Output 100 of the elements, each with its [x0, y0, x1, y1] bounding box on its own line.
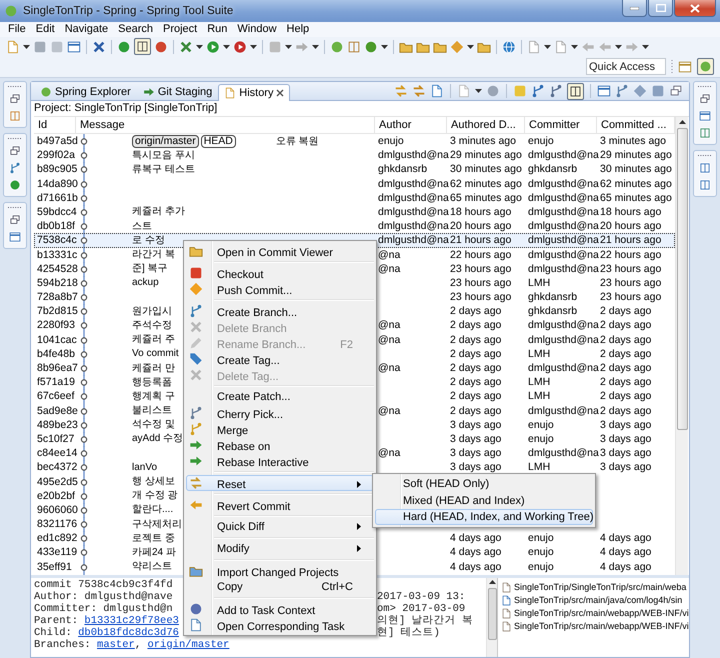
- column-header[interactable]: Committer: [525, 117, 597, 133]
- menu-item[interactable]: Open in Commit Viewer: [186, 243, 374, 259]
- branch-icon[interactable]: [531, 84, 545, 98]
- menu-item[interactable]: Add to Task Context: [186, 601, 374, 617]
- menu-item[interactable]: Create Branch...: [186, 303, 374, 319]
- list-icon[interactable]: [699, 162, 711, 174]
- table-cell-text: 2 days ago: [599, 318, 652, 334]
- menu-item[interactable]: Cherry Pick...: [186, 405, 374, 421]
- file-item[interactable]: SingleTonTrip/SingleTonTrip/src/main/weba: [501, 581, 689, 593]
- menu-item[interactable]: Merge: [186, 421, 374, 437]
- view-tab[interactable]: Git Staging: [136, 83, 218, 100]
- scrollbar-thumb[interactable]: [676, 128, 688, 430]
- menu-item[interactable]: Soft (HEAD Only): [375, 476, 593, 492]
- menu-item[interactable]: File: [3, 22, 31, 37]
- branch-icon[interactable]: [549, 84, 563, 98]
- quick-access-field[interactable]: Quick Access: [586, 58, 666, 75]
- table-cell-text: f571a19: [36, 375, 76, 390]
- menu-item[interactable]: Mixed (HEAD and Index): [375, 492, 593, 509]
- table-cell: 준] 복구: [132, 262, 168, 276]
- scrollbar[interactable]: [675, 117, 688, 575]
- table-cell-text: 65 minutes ago: [449, 190, 523, 206]
- scroll-up-icon[interactable]: [678, 120, 686, 124]
- dropdown-caret-icon[interactable]: [571, 44, 578, 48]
- dropdown-caret-icon[interactable]: [285, 44, 292, 48]
- dropdown-caret-icon[interactable]: [475, 89, 482, 93]
- menu-item[interactable]: Create Tag...: [186, 351, 374, 367]
- commit-link[interactable]: origin/master: [147, 639, 230, 651]
- view-tab[interactable]: History: [218, 84, 290, 101]
- column-header[interactable]: Author: [375, 117, 447, 133]
- dropdown-caret-icon[interactable]: [615, 44, 622, 48]
- view-tab[interactable]: Spring Explorer: [34, 83, 137, 100]
- menu-item[interactable]: Run: [202, 22, 232, 37]
- menu-item[interactable]: Edit: [30, 22, 60, 37]
- maximize-button[interactable]: [648, 0, 673, 17]
- table-cell-text: LMH: [527, 460, 552, 476]
- menu-item[interactable]: Open Corresponding Task: [186, 617, 374, 633]
- restore-icon[interactable]: [9, 93, 21, 105]
- file-item[interactable]: SingleTonTrip/src/main/webapp/WEB-INF/vi: [501, 607, 689, 619]
- dropdown-caret-icon[interactable]: [223, 44, 230, 48]
- layout-icon[interactable]: [597, 84, 611, 98]
- menu-item[interactable]: Import Changed Projects: [186, 563, 374, 579]
- menu-item[interactable]: Create Patch...: [186, 389, 374, 405]
- link-arrows-icon[interactable]: [412, 84, 426, 98]
- menu-item[interactable]: Copy Ctrl+C: [186, 579, 374, 595]
- branch-icon[interactable]: [615, 84, 629, 98]
- window-icon[interactable]: [9, 231, 21, 243]
- commit-link[interactable]: master: [97, 639, 135, 651]
- table-cell-text: 3 minutes ago: [599, 134, 667, 149]
- table-cell-text: 5ad9e8e: [36, 404, 76, 419]
- dropdown-caret-icon[interactable]: [642, 44, 649, 48]
- restore-icon[interactable]: [669, 84, 683, 98]
- column-header[interactable]: Message: [76, 117, 375, 133]
- table-cell-text: 299f02a: [36, 148, 76, 164]
- dropdown-caret-icon[interactable]: [381, 44, 388, 48]
- menu-item[interactable]: Search: [113, 22, 158, 37]
- dropdown-caret-icon[interactable]: [544, 44, 551, 48]
- globe-icon[interactable]: [502, 40, 516, 54]
- monitor-icon[interactable]: [699, 110, 711, 122]
- menu-item[interactable]: Rebase on: [186, 437, 374, 453]
- table-cell: lanVo: [132, 460, 158, 475]
- column-header[interactable]: Authored D...: [447, 117, 525, 133]
- table-cell-text: bec4372: [36, 460, 76, 476]
- scrollbar[interactable]: [486, 578, 497, 657]
- table-cell-text: LMH: [527, 375, 552, 390]
- table-cell-text: 3 days ago: [599, 432, 652, 447]
- menu-item[interactable]: Push Commit...: [186, 281, 374, 297]
- restore-icon[interactable]: [699, 93, 711, 105]
- dropdown-caret-icon[interactable]: [196, 44, 203, 48]
- menu-item[interactable]: Help: [282, 22, 314, 37]
- close-button[interactable]: [674, 0, 716, 17]
- menu-item[interactable]: Project: [158, 22, 202, 37]
- dropdown-caret-icon[interactable]: [23, 44, 30, 48]
- scroll-up-icon[interactable]: [488, 580, 496, 584]
- dropdown-caret-icon[interactable]: [467, 44, 474, 48]
- dropdown-caret-icon[interactable]: [250, 44, 257, 48]
- run-icon[interactable]: [233, 40, 247, 54]
- scrollbar-thumb[interactable]: [488, 588, 496, 640]
- commit-link[interactable]: db0b18fdc8dc3d76: [78, 627, 179, 639]
- file-item[interactable]: SingleTonTrip/src/main/java/com/log4h/sin: [501, 594, 689, 606]
- table-cell: 원가입시: [132, 304, 172, 319]
- menu-item[interactable]: Rebase Interactive: [186, 453, 374, 469]
- list-icon[interactable]: [699, 179, 711, 191]
- minimize-button[interactable]: [622, 0, 647, 17]
- table-cell: 약리스트: [132, 560, 172, 574]
- file-item[interactable]: SingleTonTrip/src/main/webapp/WEB-INF/vi: [501, 620, 689, 632]
- menu-item[interactable]: Checkout: [186, 265, 374, 281]
- menu-item[interactable]: Reset: [186, 475, 374, 491]
- menu-item[interactable]: Window: [232, 22, 282, 37]
- menu-item[interactable]: Navigate: [60, 22, 114, 37]
- column-header[interactable]: Id: [34, 117, 76, 133]
- menu-item[interactable]: Revert Commit: [186, 497, 374, 513]
- close-icon[interactable]: [276, 89, 284, 97]
- dropdown-caret-icon[interactable]: [312, 44, 319, 48]
- restore-icon[interactable]: [9, 145, 21, 157]
- restore-icon[interactable]: [9, 214, 21, 226]
- monitor-icon[interactable]: [67, 40, 81, 54]
- commit-link[interactable]: b13331c29f78ee3: [84, 615, 179, 627]
- menu-item[interactable]: Hard (HEAD, Index, and Working Tree): [375, 508, 593, 526]
- table-cell-text: @na: [377, 262, 402, 277]
- drag-handle-icon[interactable]: [671, 60, 673, 74]
